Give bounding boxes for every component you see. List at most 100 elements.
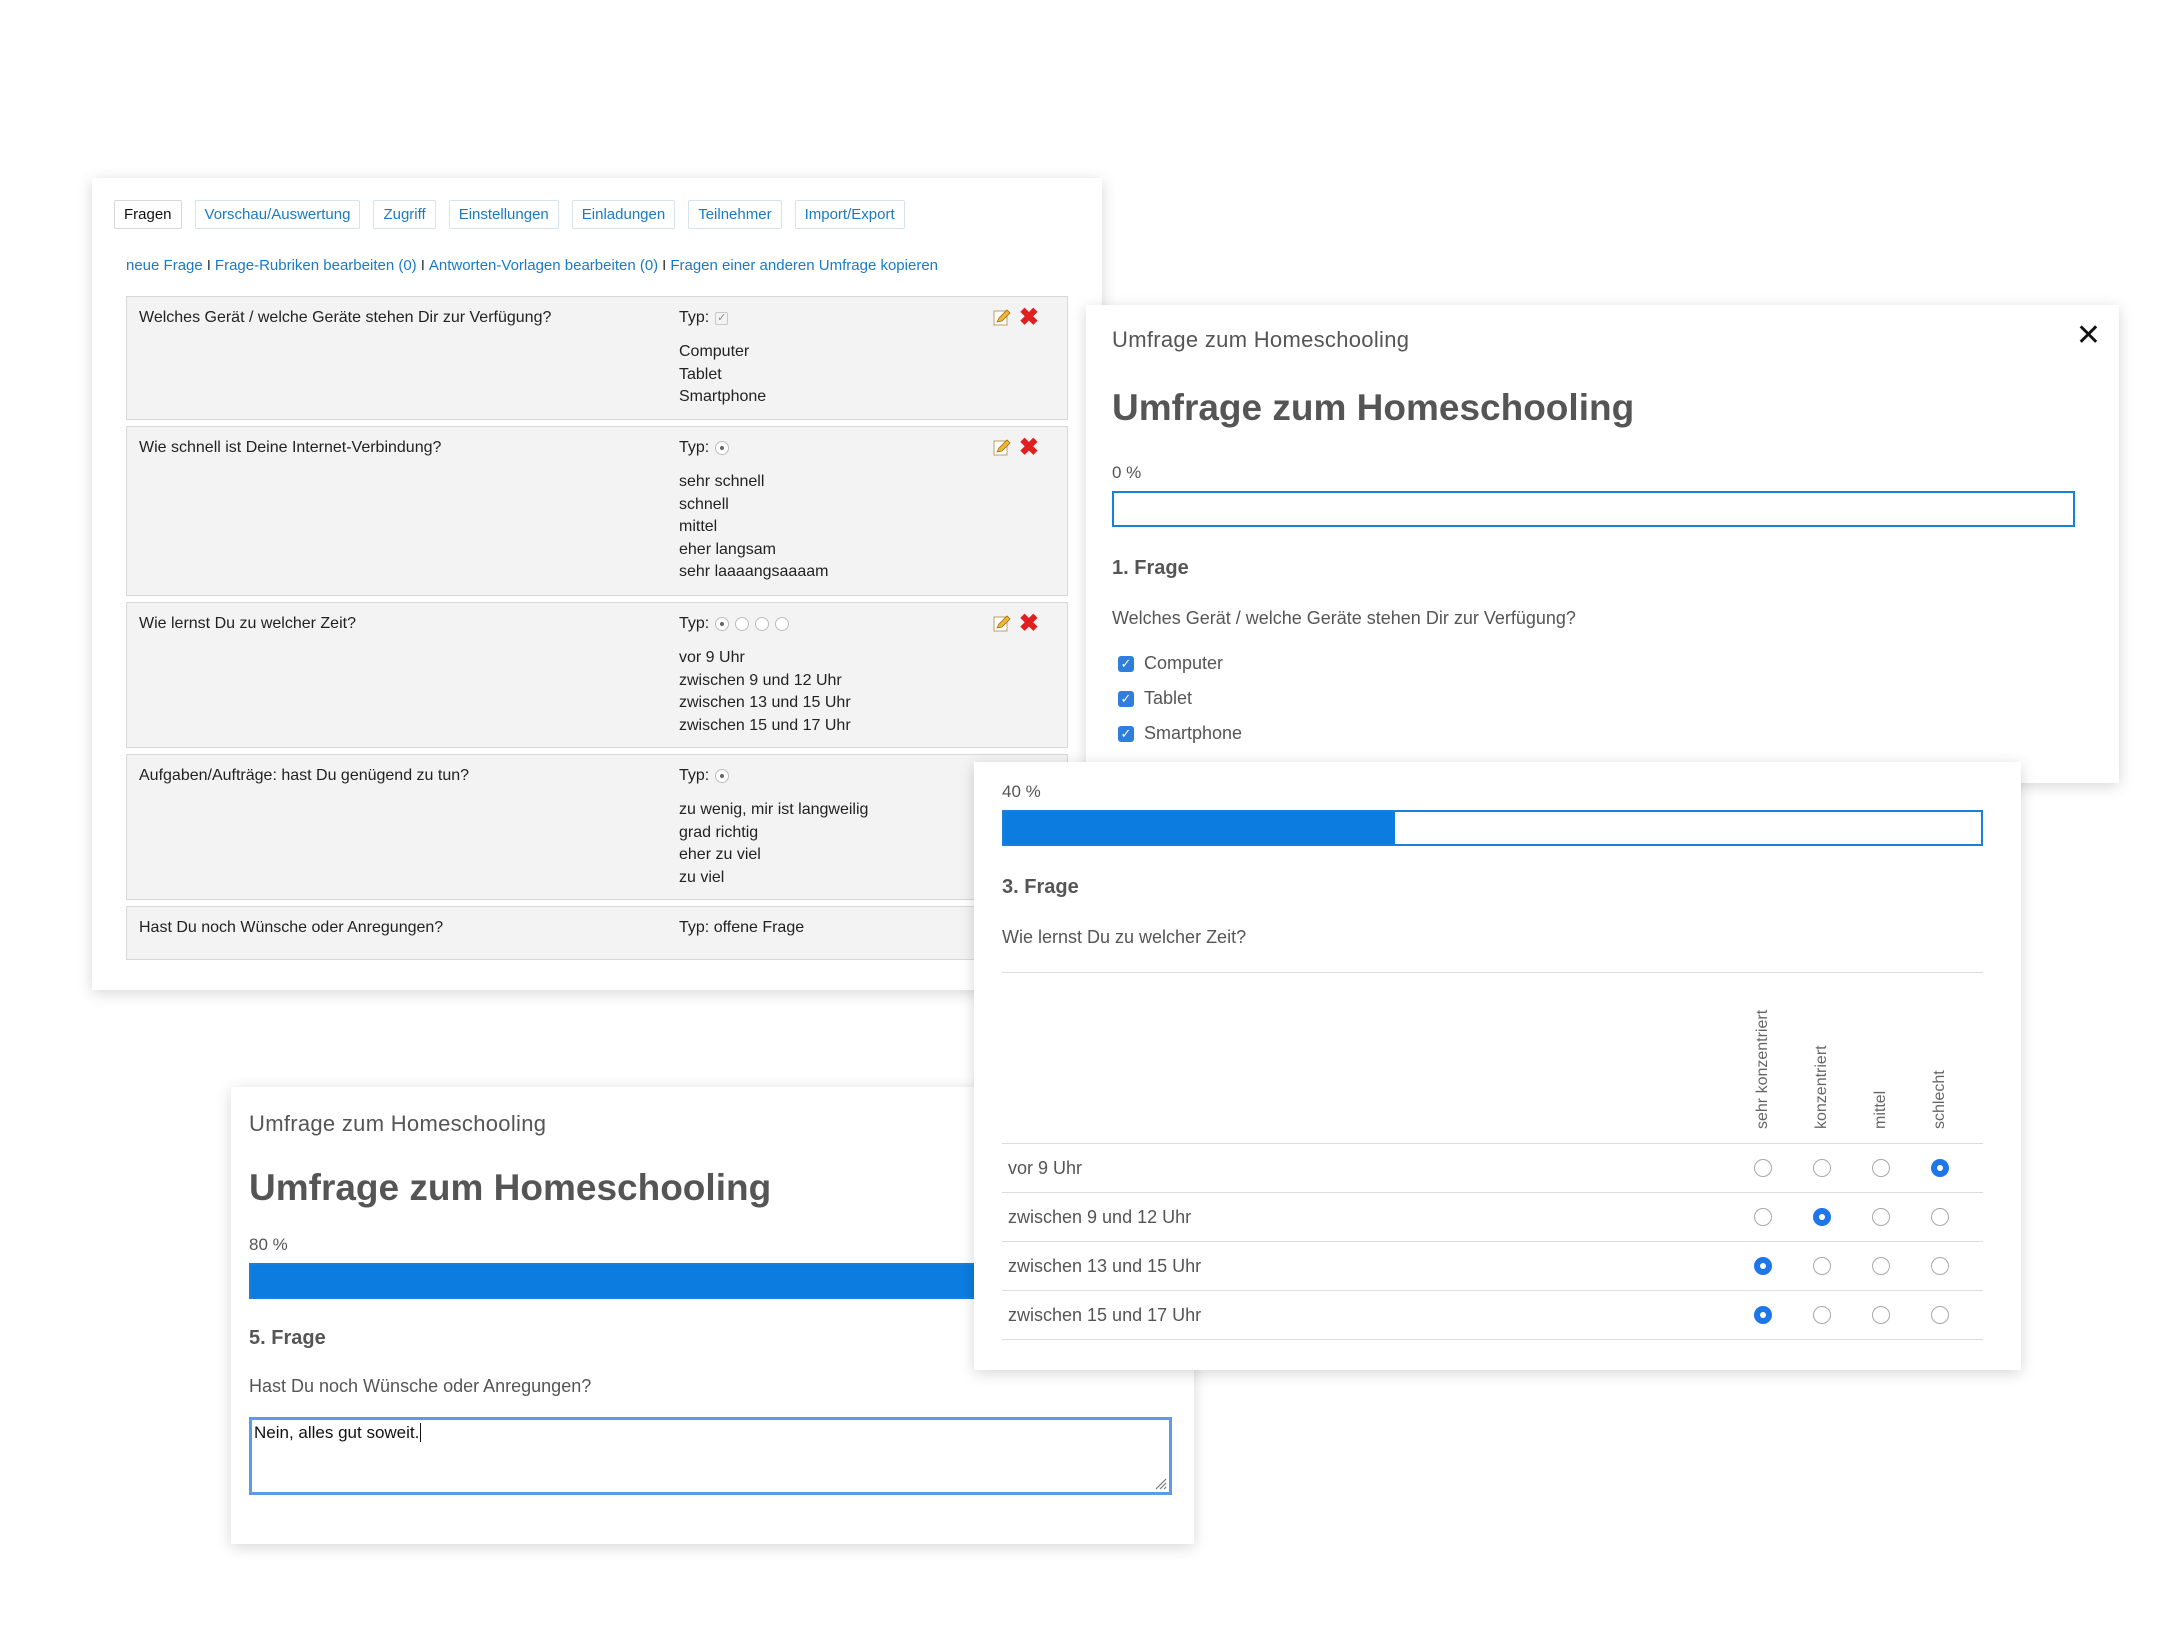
question-text: Hast Du noch Wünsche oder Anregungen? <box>139 919 444 936</box>
tab-einstellungen[interactable]: Einstellungen <box>448 200 559 229</box>
radio-icon[interactable] <box>1813 1159 1831 1177</box>
radio-icon <box>755 617 770 631</box>
radio-selected-icon[interactable] <box>1754 1257 1772 1275</box>
radio-icon[interactable] <box>1813 1306 1831 1324</box>
survey-title: Umfrage zum Homeschooling <box>1112 387 1635 428</box>
matrix-row-label: zwischen 13 und 15 Uhr <box>1008 1255 1202 1276</box>
link-separator: I <box>206 257 211 274</box>
edit-icon[interactable] <box>993 309 1011 327</box>
question-text: Welches Gerät / welche Geräte stehen Dir… <box>139 309 552 326</box>
radio-icon[interactable] <box>1931 1306 1949 1324</box>
resize-handle-icon[interactable] <box>1153 1476 1167 1490</box>
radio-icon[interactable] <box>1872 1159 1890 1177</box>
radio-selected-icon[interactable] <box>1813 1208 1831 1226</box>
radio-icon <box>775 617 790 631</box>
radio-icon[interactable] <box>1872 1208 1890 1226</box>
link-separator: I <box>420 257 425 274</box>
radio-icon[interactable] <box>1931 1208 1949 1226</box>
checkbox-label: Computer <box>1144 653 1224 673</box>
tab-fragen[interactable]: Fragen <box>114 200 182 229</box>
edit-icon[interactable] <box>993 439 1011 457</box>
column-header: sehr konzentriert <box>1754 1009 1771 1129</box>
checkbox-checked-icon[interactable]: ✓ <box>1118 655 1134 672</box>
progress-fill <box>251 1265 987 1297</box>
delete-icon[interactable]: ✖ <box>1019 612 1039 636</box>
radio-icon[interactable] <box>1872 1306 1890 1324</box>
checkbox-option[interactable]: ✓ Computer <box>1118 653 2093 674</box>
radio-selected-icon[interactable] <box>1754 1306 1772 1324</box>
matrix-header: sehr konzentriert konzentriert mittel sc… <box>1002 973 1983 1144</box>
checkbox-option[interactable]: ✓ Tablet <box>1118 688 2093 709</box>
tab-zugriff[interactable]: Zugriff <box>373 200 436 229</box>
matrix-row: zwischen 13 und 15 Uhr <box>1002 1242 1983 1291</box>
type-label: Typ: <box>679 767 710 784</box>
close-icon[interactable]: ✕ <box>2076 321 2101 351</box>
answer-option: zwischen 15 und 17 Uhr <box>679 716 851 734</box>
radio-icon[interactable] <box>1813 1257 1831 1275</box>
radio-icon <box>715 769 730 783</box>
edit-categories-link[interactable]: Frage-Rubriken bearbeiten (0) <box>215 257 417 274</box>
answer-option: sehr laaaangsaaaam <box>679 563 829 580</box>
matrix-row: vor 9 Uhr <box>1002 1144 1983 1193</box>
tab-vorschau-auswertung[interactable]: Vorschau/Auswertung <box>194 200 361 229</box>
link-separator: I <box>662 257 667 274</box>
radio-icon[interactable] <box>1931 1257 1949 1275</box>
text-cursor <box>420 1423 422 1442</box>
question-row: Wie schnell ist Deine Internet-Verbindun… <box>126 426 1068 596</box>
radio-icon[interactable] <box>1872 1257 1890 1275</box>
edit-icon[interactable] <box>993 615 1011 633</box>
delete-icon[interactable]: ✖ <box>1019 436 1039 460</box>
answer-option: grad richtig <box>679 823 759 841</box>
progress-fill <box>1004 812 1395 844</box>
radio-icon <box>715 441 730 455</box>
answer-options: Computer Tablet Smartphone <box>679 341 766 409</box>
question-number: 3. Frage <box>1002 876 1079 898</box>
question-row: Hast Du noch Wünsche oder Anregungen? Ty… <box>126 906 1068 960</box>
tab-import-export[interactable]: Import/Export <box>794 200 905 229</box>
answer-text: Nein, alles gut soweit. <box>254 1423 420 1442</box>
action-links: neue Frage I Frage-Rubriken bearbeiten (0)… <box>114 257 1080 274</box>
answer-option: sehr schnell <box>679 473 765 490</box>
edit-answer-templates-link[interactable]: Antworten-Vorlagen bearbeiten (0) <box>429 257 658 274</box>
checkbox-label: Tablet <box>1144 688 1193 708</box>
question-text: Aufgaben/Aufträge: hast Du genügend zu t… <box>139 767 470 784</box>
answer-options: sehr schnell schnell mittel eher langsam… <box>679 471 828 584</box>
new-question-link[interactable]: neue Frage <box>126 257 203 274</box>
answer-option: zu wenig, mir ist langweilig <box>679 801 869 818</box>
checkbox-checked-icon[interactable]: ✓ <box>1118 690 1134 707</box>
matrix-row: zwischen 15 und 17 Uhr <box>1002 1291 1983 1340</box>
tab-teilnehmer[interactable]: Teilnehmer <box>688 200 782 229</box>
answer-textarea[interactable]: Nein, alles gut soweit. <box>249 1417 1172 1495</box>
checkbox-label: Smartphone <box>1144 723 1243 743</box>
answer-option: eher langsam <box>679 540 776 558</box>
question-type: Typ: sehr schnell schnell mittel eher la… <box>679 439 828 584</box>
answer-option: schnell <box>679 495 729 513</box>
radio-matrix-icon <box>715 617 730 631</box>
answer-option: Tablet <box>679 365 722 383</box>
type-label: Typ: <box>679 919 710 936</box>
question-text: Welches Gerät / welche Geräte stehen Dir… <box>1112 608 1576 628</box>
admin-tabs: Fragen Vorschau/Auswertung Zugriff Einst… <box>114 200 1080 229</box>
radio-icon[interactable] <box>1754 1208 1772 1226</box>
question-number: 1. Frage <box>1112 557 1189 579</box>
progress-label: 40 % <box>1002 782 1041 801</box>
tab-einladungen[interactable]: Einladungen <box>571 200 676 229</box>
checkbox-option[interactable]: ✓ Smartphone <box>1118 723 2093 744</box>
radio-icon[interactable] <box>1754 1159 1772 1177</box>
matrix-grid: sehr konzentriert konzentriert mittel sc… <box>1002 972 1983 1340</box>
delete-icon[interactable]: ✖ <box>1019 306 1039 330</box>
answer-option: eher zu viel <box>679 846 761 863</box>
matrix-row-label: zwischen 9 und 12 Uhr <box>1008 1206 1192 1227</box>
radio-selected-icon[interactable] <box>1931 1159 1949 1177</box>
answer-option: mittel <box>679 518 718 535</box>
matrix-row-label: vor 9 Uhr <box>1008 1157 1083 1178</box>
question-text: Wie schnell ist Deine Internet-Verbindun… <box>139 439 442 456</box>
answer-options: vor 9 Uhr zwischen 9 und 12 Uhr zwischen… <box>679 647 851 737</box>
question-row: Wie lernst Du zu welcher Zeit? Typ: vor … <box>126 602 1068 748</box>
column-header: konzentriert <box>1813 1045 1830 1129</box>
checkbox-checked-icon[interactable]: ✓ <box>1118 725 1134 742</box>
question-text: Hast Du noch Wünsche oder Anregungen? <box>249 1376 592 1396</box>
matrix-row-label: zwischen 15 und 17 Uhr <box>1008 1304 1202 1325</box>
copy-questions-link[interactable]: Fragen einer anderen Umfrage kopieren <box>670 257 938 274</box>
question-type: Typ: offene Frage <box>679 919 804 937</box>
